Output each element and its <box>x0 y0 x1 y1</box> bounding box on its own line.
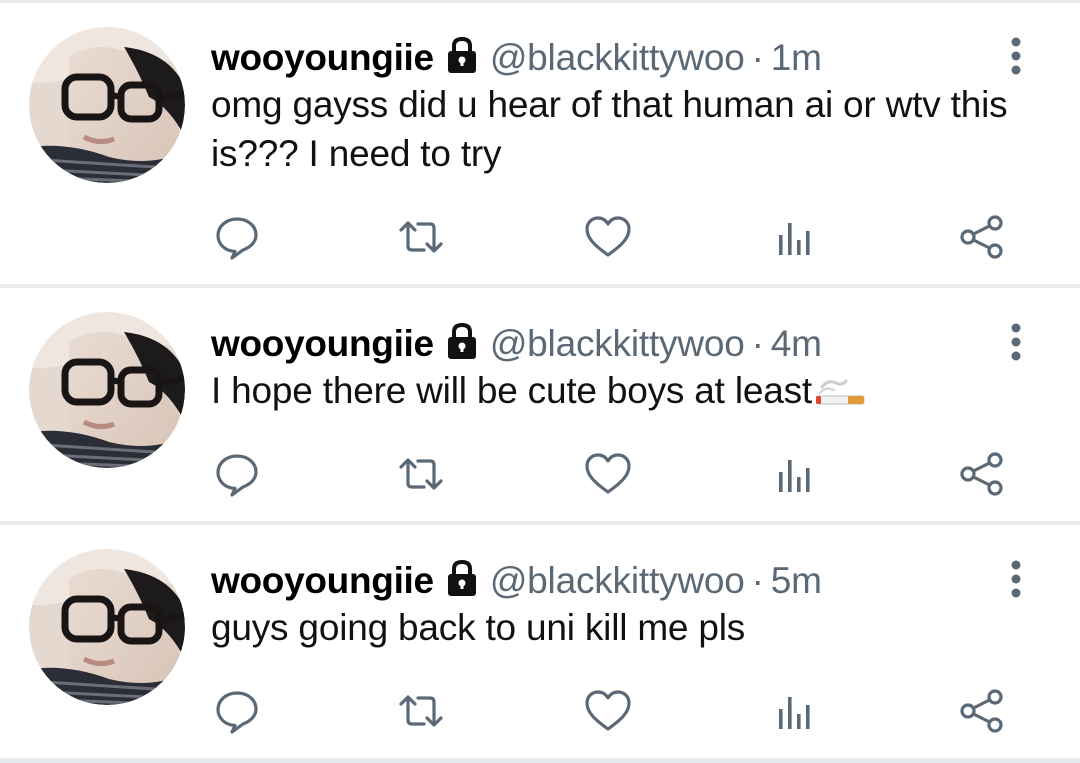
reply-button[interactable] <box>213 213 261 261</box>
bar-chart-icon <box>779 697 810 729</box>
cigarette-emoji-icon <box>816 379 865 405</box>
avatar-image <box>29 27 185 183</box>
tweet-2[interactable]: wooyoungiie @blackkittywoo · 4m I hope the… <box>0 288 1080 522</box>
like-button[interactable] <box>584 687 632 735</box>
display-name[interactable]: wooyoungiie <box>211 560 434 601</box>
avatar[interactable] <box>29 27 185 183</box>
views-button[interactable] <box>772 450 820 498</box>
timestamp[interactable]: 5m <box>771 560 822 601</box>
timestamp[interactable]: 4m <box>771 323 822 364</box>
reply-icon <box>216 217 258 260</box>
tweet-text: omg gayss did u hear of that human ai or… <box>211 84 1008 174</box>
share-button[interactable] <box>958 687 1006 735</box>
display-name[interactable]: wooyoungiie <box>211 37 434 78</box>
heart-icon <box>585 216 631 257</box>
reply-button[interactable] <box>213 450 261 498</box>
tweet-actions <box>0 450 1080 498</box>
reply-icon <box>216 691 258 734</box>
like-button[interactable] <box>584 213 632 261</box>
meta-separator: · <box>751 37 764 78</box>
bar-chart-icon <box>779 460 810 492</box>
meta-separator: · <box>751 323 764 364</box>
share-button[interactable] <box>958 213 1006 261</box>
avatar[interactable] <box>29 312 185 468</box>
retweet-icon <box>399 458 443 490</box>
share-icon <box>960 215 1003 259</box>
tweet-header: wooyoungiie @blackkittywoo · 5m <box>211 557 930 605</box>
avatar-image <box>29 549 185 705</box>
lock-icon <box>447 36 476 73</box>
more-vertical-icon[interactable] <box>1001 320 1031 364</box>
reply-button[interactable] <box>213 687 261 735</box>
retweet-button[interactable] <box>397 213 445 261</box>
heart-icon <box>585 690 631 731</box>
tweet-text-container: I hope there will be cute boys at least <box>211 366 1011 415</box>
user-handle[interactable]: @blackkittywoo <box>490 560 745 601</box>
views-button[interactable] <box>772 687 820 735</box>
bar-chart-icon <box>779 223 810 255</box>
user-handle[interactable]: @blackkittywoo <box>490 37 745 78</box>
heart-icon <box>585 453 631 494</box>
share-button[interactable] <box>958 450 1006 498</box>
lock-icon <box>447 322 476 359</box>
like-button[interactable] <box>584 450 632 498</box>
tweet-divider <box>0 758 1080 763</box>
meta-separator: · <box>751 560 764 601</box>
more-vertical-icon[interactable] <box>1001 34 1031 78</box>
retweet-button[interactable] <box>397 687 445 735</box>
timestamp[interactable]: 1m <box>771 37 822 78</box>
display-name[interactable]: wooyoungiie <box>211 323 434 364</box>
more-vertical-icon[interactable] <box>1001 557 1031 601</box>
retweet-icon <box>399 221 443 253</box>
views-button[interactable] <box>772 213 820 261</box>
avatar[interactable] <box>29 549 185 705</box>
tweet-3[interactable]: wooyoungiie @blackkittywoo · 5m guys going… <box>0 525 1080 759</box>
user-handle[interactable]: @blackkittywoo <box>490 323 745 364</box>
tweet-1[interactable]: wooyoungiie @blackkittywoo · 1m omg gayss … <box>0 0 1080 285</box>
lock-icon <box>447 559 476 596</box>
share-icon <box>960 452 1003 496</box>
tweet-header: wooyoungiie @blackkittywoo · 4m <box>211 320 930 368</box>
tweet-actions <box>0 687 1080 735</box>
tweet-text: I hope there will be cute boys at least <box>211 370 813 411</box>
avatar-image <box>29 312 185 468</box>
tweet-actions <box>0 213 1080 261</box>
retweet-icon <box>399 695 443 727</box>
retweet-button[interactable] <box>397 450 445 498</box>
tweet-text: guys going back to uni kill me pls <box>211 607 746 648</box>
tweet-header: wooyoungiie @blackkittywoo · 1m <box>211 34 930 82</box>
share-icon <box>960 689 1003 733</box>
reply-icon <box>216 454 258 497</box>
